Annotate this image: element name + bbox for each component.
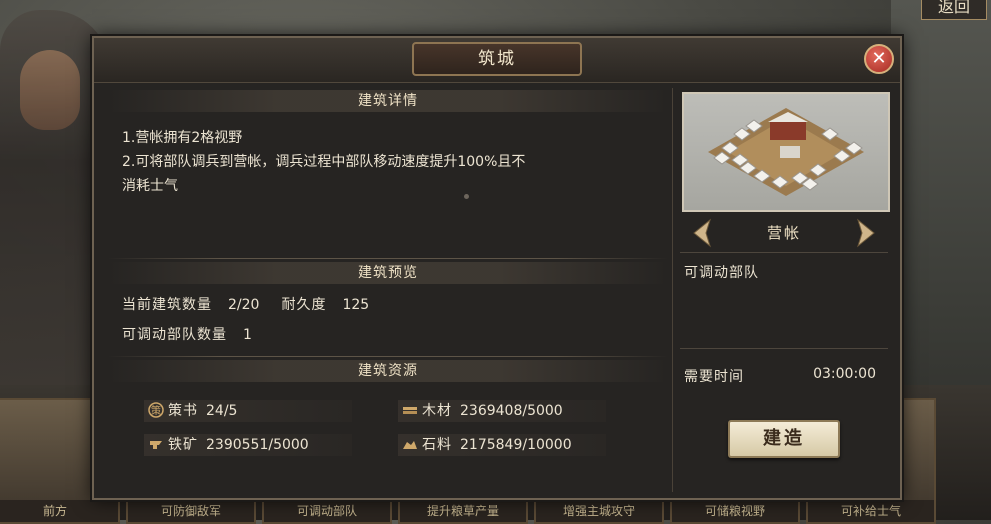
section-divider [108,258,668,259]
details-text: 1.营帐拥有2格视野 2.可将部队调兵到营帐，调兵过程中部队移动速度提升100%… [122,126,662,198]
preview-header: 建筑预览 [108,262,668,284]
preview-row-troops: 可调动部队数量 1 [122,324,252,344]
chevron-right-icon[interactable] [854,218,878,248]
troops-label: 可调动部队数量 [122,327,227,343]
bg-card-label: 提升粮草产量 [400,500,526,522]
time-divider [680,348,888,349]
resource-label: 铁矿 [168,437,198,453]
count-label: 当前建筑数量 [122,297,212,313]
left-pane: 建筑详情 1.营帐拥有2格视野 2.可将部队调兵到营帐，调兵过程中部队移动速度提… [108,90,668,492]
resource-label: 策书 [168,403,198,419]
dialog-titlebar: 筑城 ✕ [94,38,900,83]
building-image [682,92,890,212]
bg-card-label: 可调动部队 [264,500,390,522]
character-face [20,50,80,130]
stone-icon [402,436,418,452]
right-pane: 营帐 可调动部队 需要时间 03:00:00 建造 [680,90,890,492]
build-dialog: 筑城 ✕ 建筑详情 1.营帐拥有2格视野 2.可将部队调兵到营帐，调兵过程中部队… [92,36,902,500]
resource-wood: 木材 2369408/5000 [398,400,606,422]
resource-label: 石料 [422,437,452,453]
resource-iron: 铁矿 2390551/5000 [144,434,352,456]
svg-text:策: 策 [151,404,161,417]
resource-value: 2390551/5000 [206,437,309,453]
building-name: 营帐 [766,224,801,242]
building-selector: 营帐 [680,216,888,250]
building-description: 可调动部队 [684,265,759,281]
bg-card-label: 增强主城攻守 [536,500,662,522]
strategy-book-icon: 策 [148,402,164,418]
preview-row-count: 当前建筑数量 2/20 耐久度 125 [122,294,369,314]
count-value: 2/20 [228,297,260,313]
build-button[interactable]: 建造 [728,420,840,458]
selector-divider [680,252,888,253]
bg-card-label: 可储粮视野 [672,500,798,522]
section-divider [108,356,668,357]
pane-divider [672,88,673,492]
durability-value: 125 [342,297,370,313]
detail-line: 消耗士气 [122,178,178,194]
wood-icon [402,402,418,418]
bg-card-label: 可防御敌军 [128,500,254,522]
scroll-dot [464,194,469,199]
close-button[interactable]: ✕ [864,44,894,74]
durability-label: 耐久度 [281,297,327,313]
resource-value: 24/5 [206,403,238,419]
details-header: 建筑详情 [108,90,668,112]
iron-icon [148,436,164,452]
chevron-left-icon[interactable] [690,218,714,248]
resource-strategy-book: 策 策书 24/5 [144,400,352,422]
resource-value: 2175849/10000 [460,437,572,453]
time-value: 03:00:00 [813,366,876,382]
bg-card-label: 前方 [0,500,118,522]
resource-value: 2369408/5000 [460,403,563,419]
troops-value: 1 [243,327,252,343]
resources-header: 建筑资源 [108,360,668,382]
return-button[interactable]: 返回 [921,0,987,20]
resource-label: 木材 [422,403,452,419]
detail-line: 2.可将部队调兵到营帐，调兵过程中部队移动速度提升100%且不 [122,154,526,170]
time-label: 需要时间 [684,369,744,385]
resource-stone: 石料 2175849/10000 [398,434,606,456]
dialog-title: 筑城 [412,42,582,76]
detail-line: 1.营帐拥有2格视野 [122,130,243,146]
bg-card-label: 可补给士气 [808,500,934,522]
